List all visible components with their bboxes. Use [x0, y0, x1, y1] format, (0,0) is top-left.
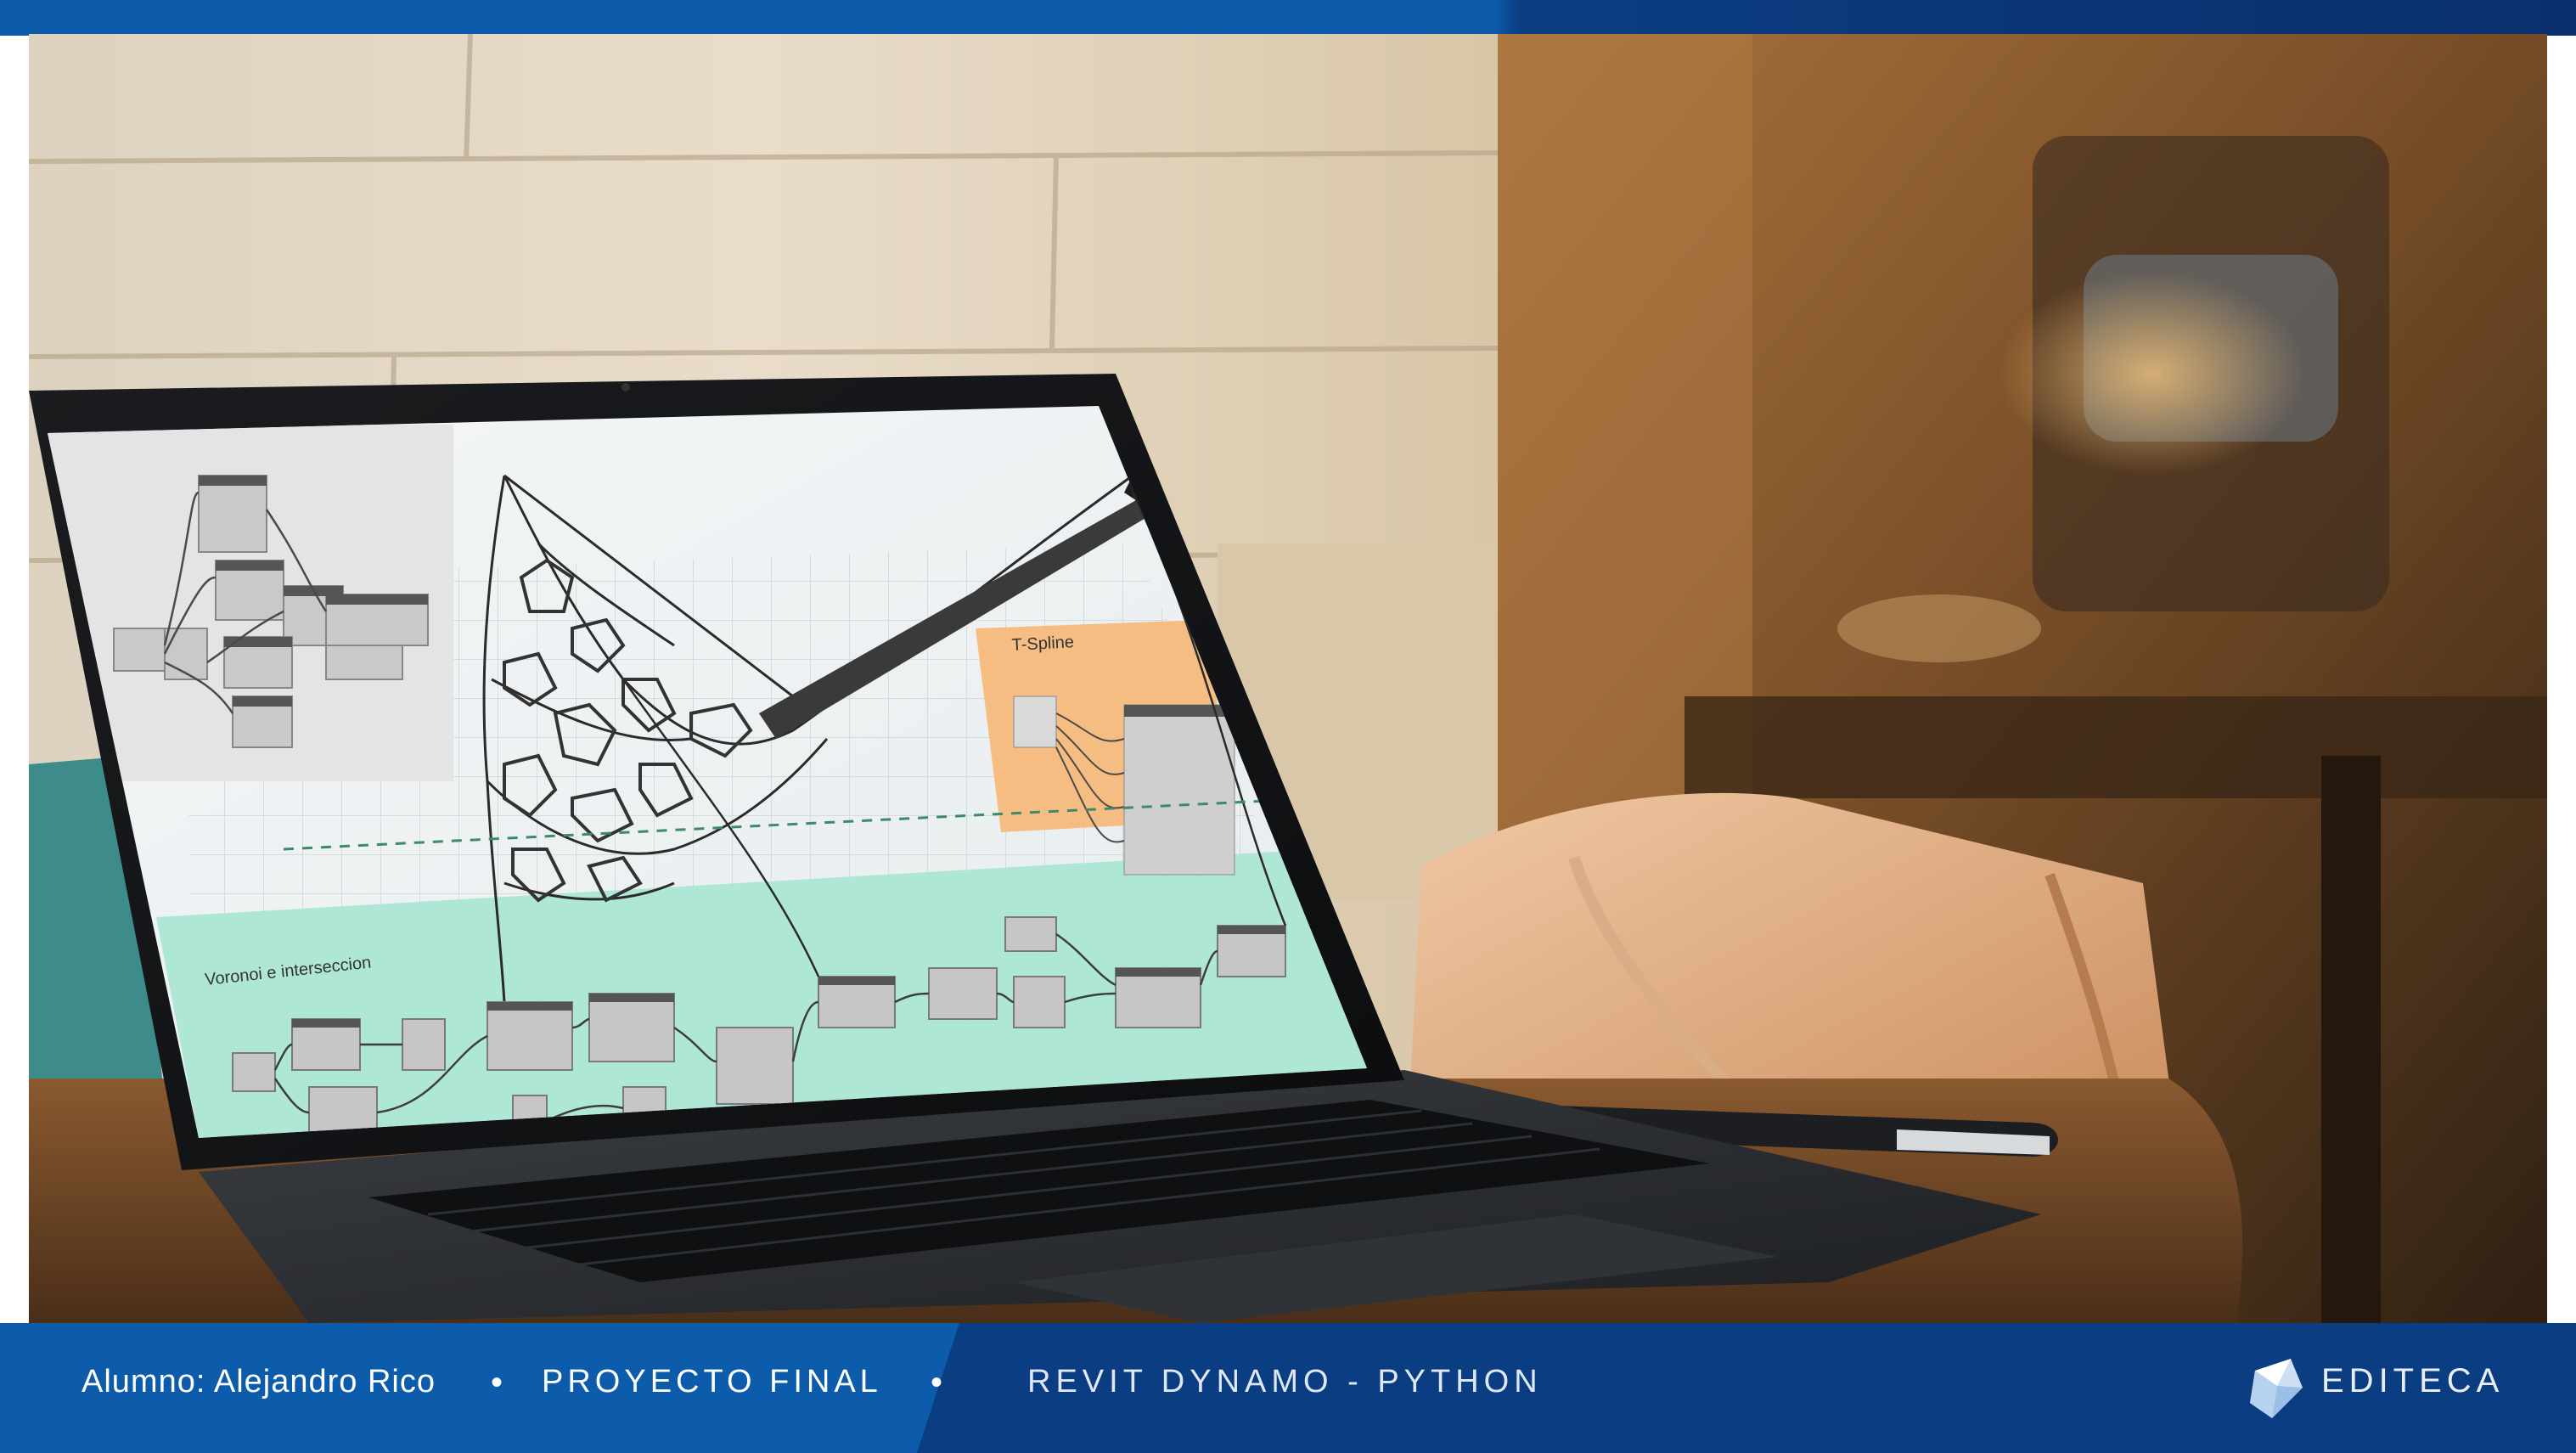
project-label: PROYECTO FINAL [542, 1364, 882, 1399]
editeca-logo-icon [2250, 1359, 2303, 1418]
brand-name: EDITECA [2321, 1362, 2505, 1399]
course-label: REVIT DYNAMO - PYTHON [1027, 1364, 1543, 1399]
separator-dot: • [491, 1364, 503, 1401]
hero-photo: T-Spline Voronoi e interseccion [29, 34, 2547, 1323]
footer-bar: Alumno: Alejandro Rico • PROYECTO FINAL … [0, 1323, 2576, 1453]
separator-dot: • [931, 1364, 943, 1401]
editeca-logo: EDITECA [2247, 1355, 2535, 1423]
tspline-group-label: T-Spline [1011, 633, 1074, 655]
student-name: Alumno: Alejandro Rico [82, 1364, 436, 1399]
top-accent-bar [0, 0, 2576, 36]
slide: T-Spline Voronoi e interseccion Alumno: … [0, 0, 2576, 1453]
